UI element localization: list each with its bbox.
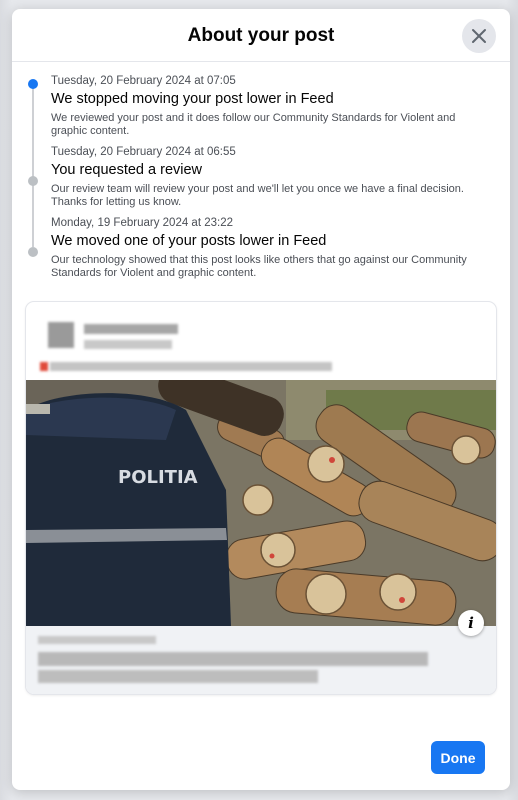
dialog-header: About your post (12, 9, 510, 62)
post-footer (26, 626, 496, 694)
info-icon: i (468, 614, 474, 632)
timeline-line (32, 84, 34, 247)
timeline-date: Monday, 19 February 2024 at 23:22 (51, 217, 233, 229)
done-button[interactable]: Done (431, 741, 485, 774)
caption-emoji-blurred (40, 362, 48, 371)
avatar-blurred (48, 322, 74, 348)
post-meta-blurred (84, 340, 172, 349)
info-button[interactable]: i (458, 610, 484, 636)
caption-blurred (50, 362, 332, 371)
timeline-body: Our technology showed that this post loo… (51, 254, 467, 279)
post-image-badge-text: POLITIA (118, 467, 198, 488)
close-icon (472, 29, 486, 43)
author-name-blurred (84, 324, 178, 334)
timeline-date: Tuesday, 20 February 2024 at 06:55 (51, 146, 236, 158)
link-domain-blurred (38, 636, 156, 644)
dialog-title: About your post (187, 25, 335, 46)
link-title-blurred (38, 652, 428, 666)
timeline-body: We reviewed your post and it does follow… (51, 112, 456, 137)
timeline-title: You requested a review (51, 162, 203, 178)
link-title-blurred-line2 (38, 670, 318, 683)
post-image-illustration: POLITIA (26, 380, 496, 626)
timeline-title: We moved one of your posts lower in Feed (51, 233, 327, 249)
timeline-title: We stopped moving your post lower in Fee… (51, 91, 334, 107)
post-image: POLITIA (26, 380, 496, 626)
timeline-body: Our review team will review your post an… (51, 183, 464, 208)
post-preview-card[interactable]: POLITIA i (26, 302, 496, 694)
timeline-dot (28, 176, 38, 186)
about-post-dialog: About your post Tuesday, 20 February 202… (12, 9, 510, 790)
close-button[interactable] (462, 19, 496, 53)
timeline-dot-active (28, 79, 38, 89)
timeline-date: Tuesday, 20 February 2024 at 07:05 (51, 75, 236, 87)
timeline-dot (28, 247, 38, 257)
